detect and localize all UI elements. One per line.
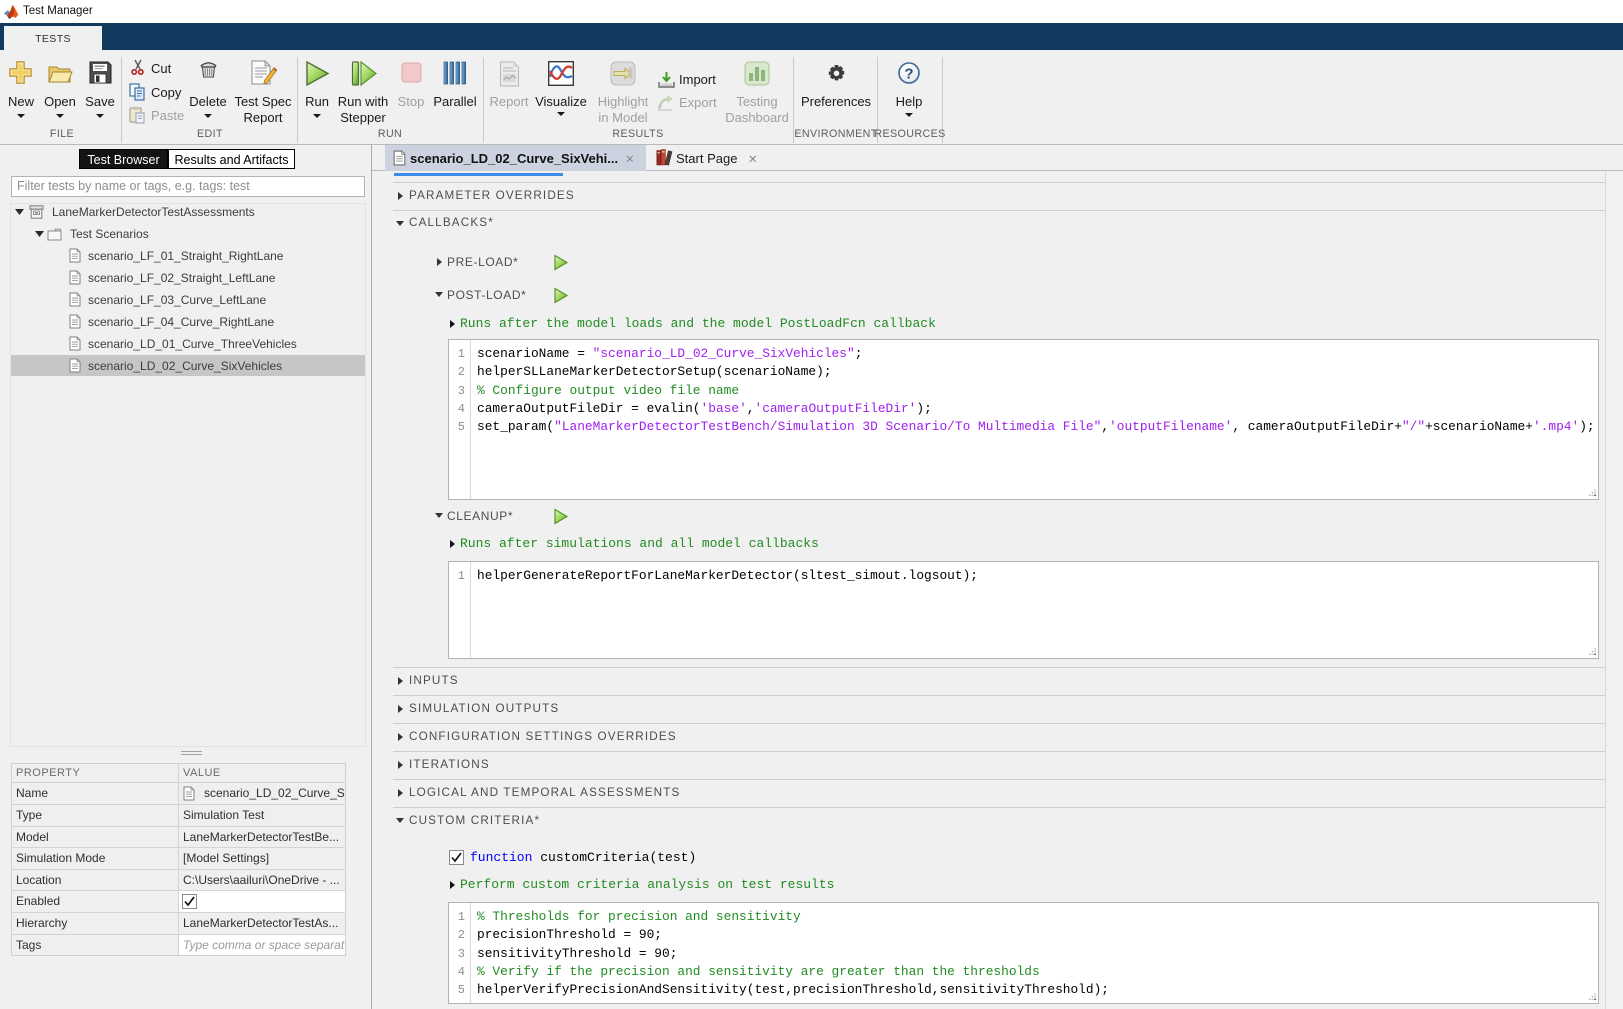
svg-text:?: ?: [904, 66, 913, 83]
